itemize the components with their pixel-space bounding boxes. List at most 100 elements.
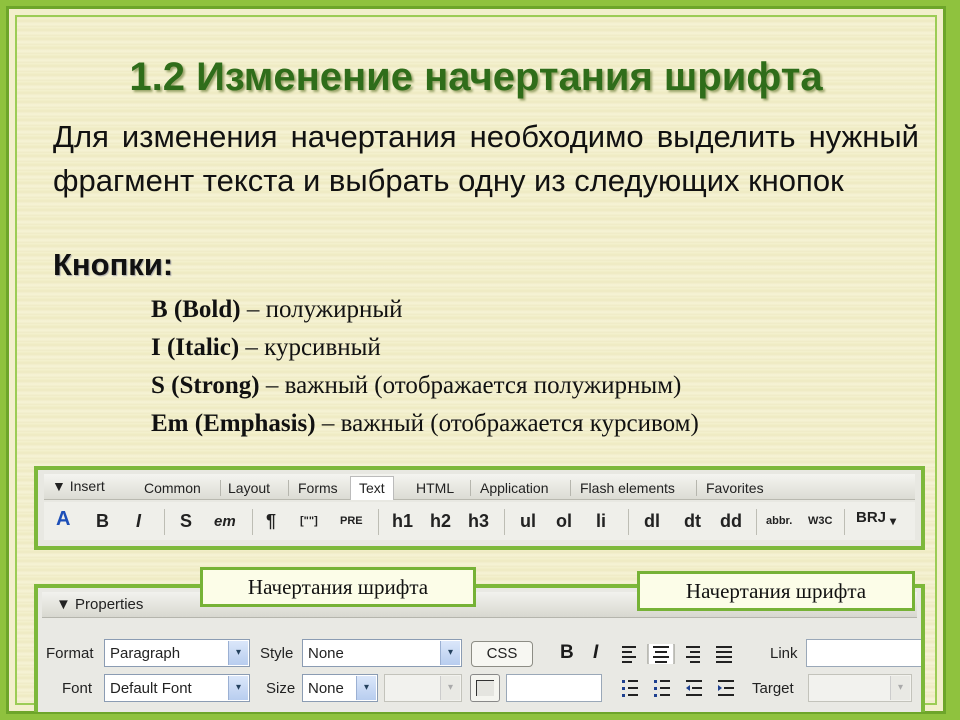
- tab-flash-elements[interactable]: Flash elements: [580, 480, 675, 496]
- heading2-icon[interactable]: h2: [430, 511, 451, 532]
- definition-bold: B (Bold) – полужирный: [151, 291, 699, 329]
- ordered-list-icon: [654, 680, 670, 697]
- target-select[interactable]: ▾: [808, 674, 912, 702]
- properties-collapse-toggle[interactable]: ▼ Properties: [56, 596, 143, 613]
- size-label: Size: [266, 680, 296, 697]
- strong-icon[interactable]: S: [180, 511, 192, 532]
- tab-html[interactable]: HTML: [416, 480, 454, 496]
- tab-text[interactable]: Text: [350, 476, 394, 500]
- font-tag-icon[interactable]: A: [56, 508, 70, 531]
- italic-icon[interactable]: I: [136, 511, 141, 532]
- icon-divider: [628, 509, 629, 535]
- def-term: I (Italic): [151, 334, 240, 361]
- icon-divider: [164, 509, 165, 535]
- icon-divider: [504, 509, 505, 535]
- def-term: Em (Emphasis): [151, 410, 316, 437]
- link-label: Link: [770, 645, 798, 662]
- def-desc: – важный (отображается полужирным): [265, 372, 682, 399]
- bold-icon[interactable]: B: [560, 642, 574, 664]
- ordered-list-icon[interactable]: ol: [556, 511, 572, 532]
- size-unit-select[interactable]: ▾: [384, 674, 462, 702]
- chevron-down-icon: ▾: [228, 676, 248, 700]
- tab-favorites[interactable]: Favorites: [706, 480, 764, 496]
- definition-italic: I (Italic) – курсивный: [151, 329, 699, 367]
- definition-term-icon[interactable]: dt: [684, 511, 701, 532]
- insert-tabbar: ▼ Insert Common Layout Forms Text HTML A…: [44, 474, 915, 500]
- definition-list-icon[interactable]: dl: [644, 511, 660, 532]
- definition-desc-icon[interactable]: dd: [720, 511, 742, 532]
- heading1-icon[interactable]: h1: [392, 511, 413, 532]
- size-value: None: [308, 680, 344, 697]
- abbreviation-icon[interactable]: abbr.: [766, 515, 792, 527]
- tab-divider: [570, 480, 571, 496]
- definition-emphasis: Em (Emphasis) – важный (отображается кур…: [151, 405, 699, 443]
- blockquote-icon[interactable]: [""]: [300, 515, 318, 527]
- style-select[interactable]: None ▾: [302, 639, 462, 667]
- style-label: Style: [260, 645, 294, 662]
- definition-list: B (Bold) – полужирный I (Italic) – курси…: [151, 291, 699, 443]
- font-value: Default Font: [110, 680, 192, 697]
- format-select[interactable]: Paragraph ▾: [104, 639, 250, 667]
- css-button[interactable]: CSS: [471, 641, 533, 667]
- tab-divider: [696, 480, 697, 496]
- icon-divider: [252, 509, 253, 535]
- preformatted-icon[interactable]: PRE: [340, 515, 363, 527]
- characters-icon[interactable]: BRJ: [856, 509, 886, 526]
- callout-right: Начертания шрифта: [637, 571, 915, 611]
- callout-left: Начертания шрифта: [200, 567, 476, 607]
- align-right-icon: [686, 646, 700, 663]
- buttons-heading: Кнопки:: [53, 247, 174, 282]
- def-desc: – курсивный: [245, 334, 381, 361]
- chevron-down-icon: ▾: [890, 676, 910, 700]
- bold-icon[interactable]: B: [96, 511, 109, 532]
- acronym-icon[interactable]: W3C: [808, 515, 832, 527]
- color-swatch: [476, 680, 494, 696]
- indent-icon: [718, 680, 734, 696]
- def-term: B (Bold): [151, 296, 241, 323]
- insert-panel: ▼ Insert Common Layout Forms Text HTML A…: [34, 466, 925, 550]
- italic-icon[interactable]: I: [593, 642, 598, 664]
- definition-strong: S (Strong) – важный (отображается полужи…: [151, 367, 699, 405]
- font-select[interactable]: Default Font ▾: [104, 674, 250, 702]
- tab-divider: [220, 480, 221, 496]
- insert-collapse-toggle[interactable]: ▼ Insert: [52, 478, 105, 494]
- insert-iconbar: A B I S em ¶ [""] PRE h1 h2 h3 ul ol li …: [44, 502, 915, 540]
- def-desc: – полужирный: [246, 296, 403, 323]
- font-label: Font: [62, 680, 93, 697]
- chevron-down-icon: ▾: [228, 641, 248, 665]
- color-picker[interactable]: [470, 674, 500, 702]
- unordered-list-icon: [622, 680, 638, 697]
- tab-divider: [470, 480, 471, 496]
- link-input[interactable]: [806, 639, 921, 667]
- chevron-down-icon: ▾: [440, 676, 460, 700]
- alignment-icons: [622, 644, 732, 664]
- align-left-icon: [622, 646, 636, 663]
- target-label: Target: [752, 680, 794, 697]
- heading3-icon[interactable]: h3: [468, 511, 489, 532]
- size-select[interactable]: None ▾: [302, 674, 378, 702]
- intro-text: Для изменения начертания необходимо выде…: [53, 119, 919, 198]
- emphasis-icon[interactable]: em: [214, 513, 236, 530]
- list-item-icon[interactable]: li: [596, 511, 606, 532]
- format-label: Format: [46, 645, 94, 662]
- style-value: None: [308, 645, 344, 662]
- def-desc: – важный (отображается курсивом): [321, 410, 699, 437]
- chevron-down-icon: ▾: [440, 641, 460, 665]
- chevron-down-icon: ▾: [356, 676, 376, 700]
- paragraph-icon[interactable]: ¶: [266, 511, 276, 532]
- page-title: 1.2 Изменение начертания шрифта: [129, 55, 823, 99]
- def-term: S (Strong): [151, 372, 260, 399]
- chevron-down-icon[interactable]: ▾: [890, 514, 896, 528]
- list-indent-icons: [622, 680, 734, 697]
- unordered-list-icon[interactable]: ul: [520, 511, 536, 532]
- outdent-icon: [686, 680, 702, 696]
- tab-layout[interactable]: Layout: [228, 480, 270, 496]
- tab-application[interactable]: Application: [480, 480, 549, 496]
- tab-forms[interactable]: Forms: [298, 480, 338, 496]
- tab-divider: [288, 480, 289, 496]
- icon-divider: [756, 509, 757, 535]
- tab-common[interactable]: Common: [144, 480, 201, 496]
- format-value: Paragraph: [110, 645, 181, 662]
- color-input[interactable]: [506, 674, 602, 702]
- icon-divider: [378, 509, 379, 535]
